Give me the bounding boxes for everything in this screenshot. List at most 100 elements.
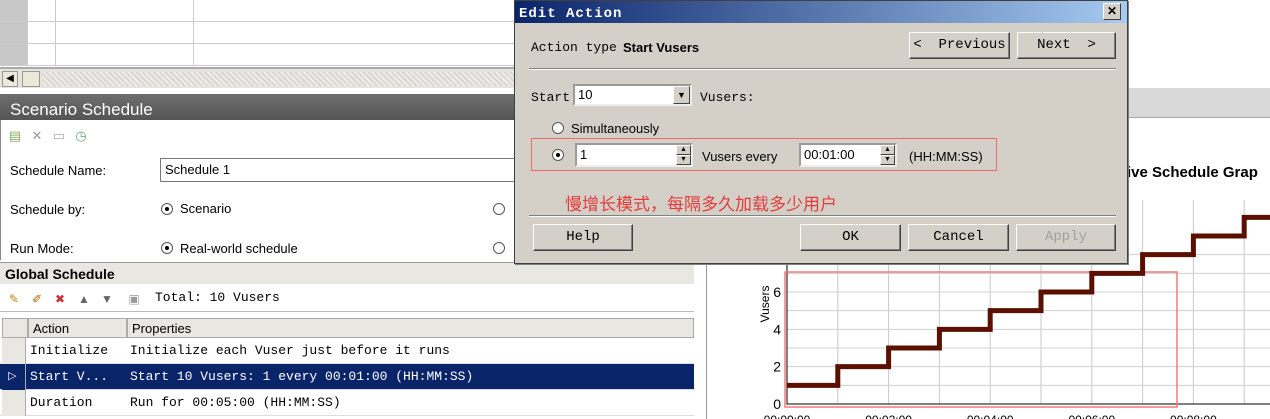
apply-button[interactable]: Apply xyxy=(1016,224,1116,251)
spin-up-icon[interactable]: ▲ xyxy=(676,145,691,155)
column-header-properties[interactable]: Properties xyxy=(127,318,694,338)
delete-action-icon[interactable]: ✖ xyxy=(52,291,68,307)
horizontal-scrollbar[interactable]: ◀ xyxy=(0,68,515,88)
scenario-schedule-panel: ▤ ✕ ▭ ◷ Schedule Name: Schedule 1 Schedu… xyxy=(0,120,516,260)
dialog-titlebar: Edit Action xyxy=(515,1,1127,23)
help-button[interactable]: Help xyxy=(533,224,633,251)
total-vusers: Total: 10 Vusers xyxy=(155,290,280,305)
row-header xyxy=(2,338,26,364)
table-corner xyxy=(2,318,28,338)
copy-icon[interactable]: ▣ xyxy=(126,291,142,307)
row-action: Duration xyxy=(30,395,93,410)
y-tick-label: 4 xyxy=(773,321,781,337)
spin-down-icon[interactable]: ▼ xyxy=(880,155,895,165)
x-tick-label: 00:00:00 xyxy=(764,413,811,419)
grid-row-header xyxy=(0,0,28,22)
divider xyxy=(529,68,1116,70)
y-tick-label: 0 xyxy=(773,396,781,412)
grid-cell xyxy=(194,22,515,44)
start-count-combo[interactable]: 10 ▼ xyxy=(573,84,692,106)
edit-action-dialog: Edit Action ✕ Action type Start Vusers <… xyxy=(514,0,1128,264)
interval-value: 00:01:00 xyxy=(804,147,855,162)
grid-cell xyxy=(194,44,515,66)
row-pointer-icon: ▷ xyxy=(8,370,17,382)
y-axis-label: Vusers xyxy=(758,286,772,323)
run-mode-realworld-label: Real-world schedule xyxy=(180,241,298,256)
divider xyxy=(529,215,1116,217)
rename-icon[interactable]: ▭ xyxy=(51,128,67,144)
run-mode-label: Run Mode: xyxy=(10,241,74,256)
table-row[interactable]: Duration Run for 00:05:00 (HH:MM:SS) xyxy=(0,390,694,416)
grid-cell xyxy=(56,0,194,22)
panel-title: Scenario Schedule xyxy=(10,100,153,119)
start-label: Start xyxy=(531,90,571,105)
edit-action-icon[interactable]: ✐ xyxy=(29,291,45,307)
row-header xyxy=(2,390,26,416)
schedule-clock-icon[interactable]: ◷ xyxy=(73,128,89,144)
y-tick-label: 2 xyxy=(773,359,781,375)
schedule-by-scenario-label: Scenario xyxy=(180,201,232,216)
row-properties: Run for 00:05:00 (HH:MM:SS) xyxy=(130,395,341,410)
scroll-left-icon[interactable]: ◀ xyxy=(2,71,18,87)
chevron-down-icon[interactable]: ▼ xyxy=(673,86,690,104)
row-properties: Initialize each Vuser just before it run… xyxy=(130,343,450,358)
annotation-text: 慢增长模式，每隔多久加载多少用户 xyxy=(565,195,837,215)
grid-cell xyxy=(56,22,194,44)
row-header: ▷ xyxy=(2,364,26,390)
new-schedule-icon[interactable]: ▤ xyxy=(7,128,23,144)
grid-cell xyxy=(28,0,56,22)
start-count-value: 10 xyxy=(578,87,593,102)
column-header-action[interactable]: Action xyxy=(28,318,127,338)
simultaneously-label: Simultaneously xyxy=(571,121,660,136)
spin-up-icon[interactable]: ▲ xyxy=(880,145,895,155)
ramp-up-radio[interactable] xyxy=(552,149,564,161)
dialog-title: Edit Action xyxy=(519,6,623,22)
table-row-selected[interactable]: ▷ Start V... Start 10 Vusers: 1 every 00… xyxy=(0,364,694,390)
grid-row-header xyxy=(0,44,28,66)
x-tick-label: 00:08:00 xyxy=(1170,413,1217,419)
vusers-per-step-spinner[interactable]: 1 ▲ ▼ xyxy=(575,143,693,167)
move-up-icon[interactable]: ▲ xyxy=(76,291,92,307)
x-tick-label: 00:06:00 xyxy=(1068,413,1115,419)
vusers-per-step-value: 1 xyxy=(580,147,588,162)
chevron-right-icon: > xyxy=(1087,37,1096,53)
add-action-icon[interactable]: ✎ xyxy=(6,291,22,307)
row-action: Start V... xyxy=(30,369,109,384)
row-properties: Start 10 Vusers: 1 every 00:01:00 (HH:MM… xyxy=(130,369,474,384)
scroll-track[interactable] xyxy=(42,72,515,86)
previous-button[interactable]: < Previous xyxy=(909,32,1010,59)
cancel-button[interactable]: Cancel xyxy=(908,224,1009,251)
y-tick-label: 6 xyxy=(773,284,781,300)
scroll-thumb[interactable] xyxy=(22,71,40,87)
schedule-name-field[interactable]: Schedule 1 xyxy=(160,158,516,182)
chevron-left-icon: < xyxy=(913,37,922,53)
global-schedule-title: Global Schedule xyxy=(5,266,115,282)
action-type-value: Start Vusers xyxy=(623,40,700,55)
grid-cell xyxy=(28,22,56,44)
x-tick-label: 00:02:00 xyxy=(865,413,912,419)
x-tick-label: 00:04:00 xyxy=(967,413,1014,419)
row-action: Initialize xyxy=(30,343,109,358)
table-row[interactable]: Initialize Initialize each Vuser just be… xyxy=(0,338,694,364)
previous-label: Previous xyxy=(938,37,1006,53)
interval-spinner[interactable]: 00:01:00 ▲ ▼ xyxy=(799,143,897,167)
data-grid xyxy=(0,0,515,68)
spin-down-icon[interactable]: ▼ xyxy=(676,155,691,165)
delete-icon[interactable]: ✕ xyxy=(29,128,45,144)
grid-cell xyxy=(28,44,56,66)
close-icon[interactable]: ✕ xyxy=(1103,3,1121,20)
ok-button[interactable]: OK xyxy=(800,224,901,251)
scenario-schedule-header: Scenario Schedule xyxy=(0,94,515,120)
schedule-by-group-radio[interactable] xyxy=(493,203,505,215)
next-button[interactable]: Next > xyxy=(1017,32,1116,59)
grid-cell xyxy=(56,44,194,66)
move-down-icon[interactable]: ▼ xyxy=(99,291,115,307)
global-schedule-toolbar: ✎ ✐ ✖ ▲ ▼ ▣ Total: 10 Vusers xyxy=(0,286,694,312)
grid-cell xyxy=(194,0,515,22)
next-label: Next xyxy=(1037,37,1071,53)
simultaneously-radio[interactable] xyxy=(552,122,564,134)
vusers-label: Vusers: xyxy=(700,90,755,105)
schedule-by-scenario-radio[interactable] xyxy=(161,203,173,215)
run-mode-basic-radio[interactable] xyxy=(493,242,505,254)
run-mode-realworld-radio[interactable] xyxy=(161,242,173,254)
